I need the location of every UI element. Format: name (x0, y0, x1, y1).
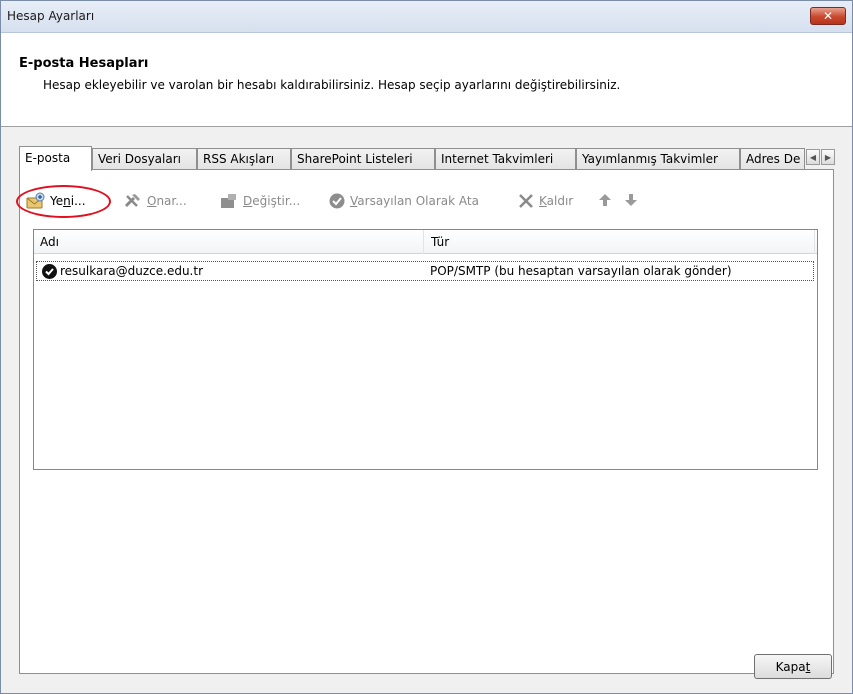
column-divider (423, 230, 424, 254)
column-header-type[interactable]: Tür (431, 235, 449, 249)
tab-data-files[interactable]: Veri Dosyaları (92, 148, 197, 170)
tab-rss-feeds[interactable]: RSS Akışları (197, 148, 291, 170)
tab-internet-calendars[interactable]: Internet Takvimleri (435, 148, 576, 170)
repair-label: Onar... (147, 194, 187, 208)
default-account-check-icon (42, 264, 57, 279)
repair-tools-icon (123, 192, 143, 210)
page-description: Hesap ekleyebilir ve varolan bir hesabı … (43, 78, 621, 92)
arrow-down-icon (624, 192, 638, 208)
chevron-left-icon: ◀ (809, 152, 817, 162)
change-button[interactable]: Değiştir... (219, 192, 300, 210)
new-account-button[interactable]: Yeni... (26, 192, 86, 210)
window-title: Hesap Ayarları (7, 9, 95, 23)
table-row[interactable]: resulkara@duzce.edu.tr POP/SMTP (bu hesa… (36, 261, 814, 281)
accounts-list[interactable]: Adı Tür resulkara@duzce.edu.tr POP/SMTP … (33, 229, 818, 470)
accounts-list-header: Adı Tür (34, 230, 817, 254)
tab-strip: E-posta Veri Dosyaları RSS Akışları Shar… (19, 146, 835, 171)
remove-button[interactable]: Kaldır (517, 192, 573, 210)
title-bar: Hesap Ayarları ✕ (1, 1, 852, 33)
window-close-button[interactable]: ✕ (810, 7, 846, 25)
tab-published-calendars[interactable]: Yayımlanmış Takvimler (576, 148, 740, 170)
x-icon (517, 192, 535, 210)
change-label: Değiştir... (243, 194, 301, 208)
tab-scroll-right-button[interactable]: ▶ (821, 149, 835, 165)
account-type-cell: POP/SMTP (bu hesaptan varsayılan olarak … (430, 264, 732, 278)
new-account-label: Yeni... (50, 194, 86, 208)
close-icon: ✕ (822, 9, 834, 23)
tab-address-books[interactable]: Adres De (740, 148, 805, 170)
account-settings-window: Hesap Ayarları ✕ E-posta Hesapları Hesap… (0, 0, 853, 694)
set-default-button[interactable]: Varsayılan Olarak Ata (328, 192, 479, 210)
repair-button[interactable]: Onar... (123, 192, 187, 210)
new-account-icon (26, 192, 46, 210)
change-icon (219, 192, 239, 210)
page-title: E-posta Hesapları (19, 56, 149, 71)
move-down-button[interactable] (624, 192, 638, 208)
accounts-toolbar: Yeni... Onar... Değiştir... Varsayılan O… (16, 170, 833, 220)
column-divider (814, 230, 815, 254)
chevron-right-icon: ▶ (824, 152, 832, 162)
header-area: E-posta Hesapları Hesap ekleyebilir ve v… (1, 33, 852, 127)
arrow-up-icon (598, 192, 612, 208)
tab-scroll-left-button[interactable]: ◀ (806, 149, 820, 165)
email-accounts-panel: Yeni... Onar... Değiştir... Varsayılan O… (16, 169, 834, 674)
tab-sharepoint-lists[interactable]: SharePoint Listeleri (291, 148, 435, 170)
move-up-button[interactable] (598, 192, 612, 208)
account-name-cell: resulkara@duzce.edu.tr (60, 264, 203, 278)
remove-label: Kaldır (539, 194, 574, 208)
check-circle-icon (328, 192, 346, 210)
column-header-name[interactable]: Adı (40, 235, 59, 249)
tab-email[interactable]: E-posta (19, 146, 92, 171)
close-dialog-button[interactable]: Kapa t (754, 654, 832, 679)
set-default-label: Varsayılan Olarak Ata (350, 194, 479, 208)
